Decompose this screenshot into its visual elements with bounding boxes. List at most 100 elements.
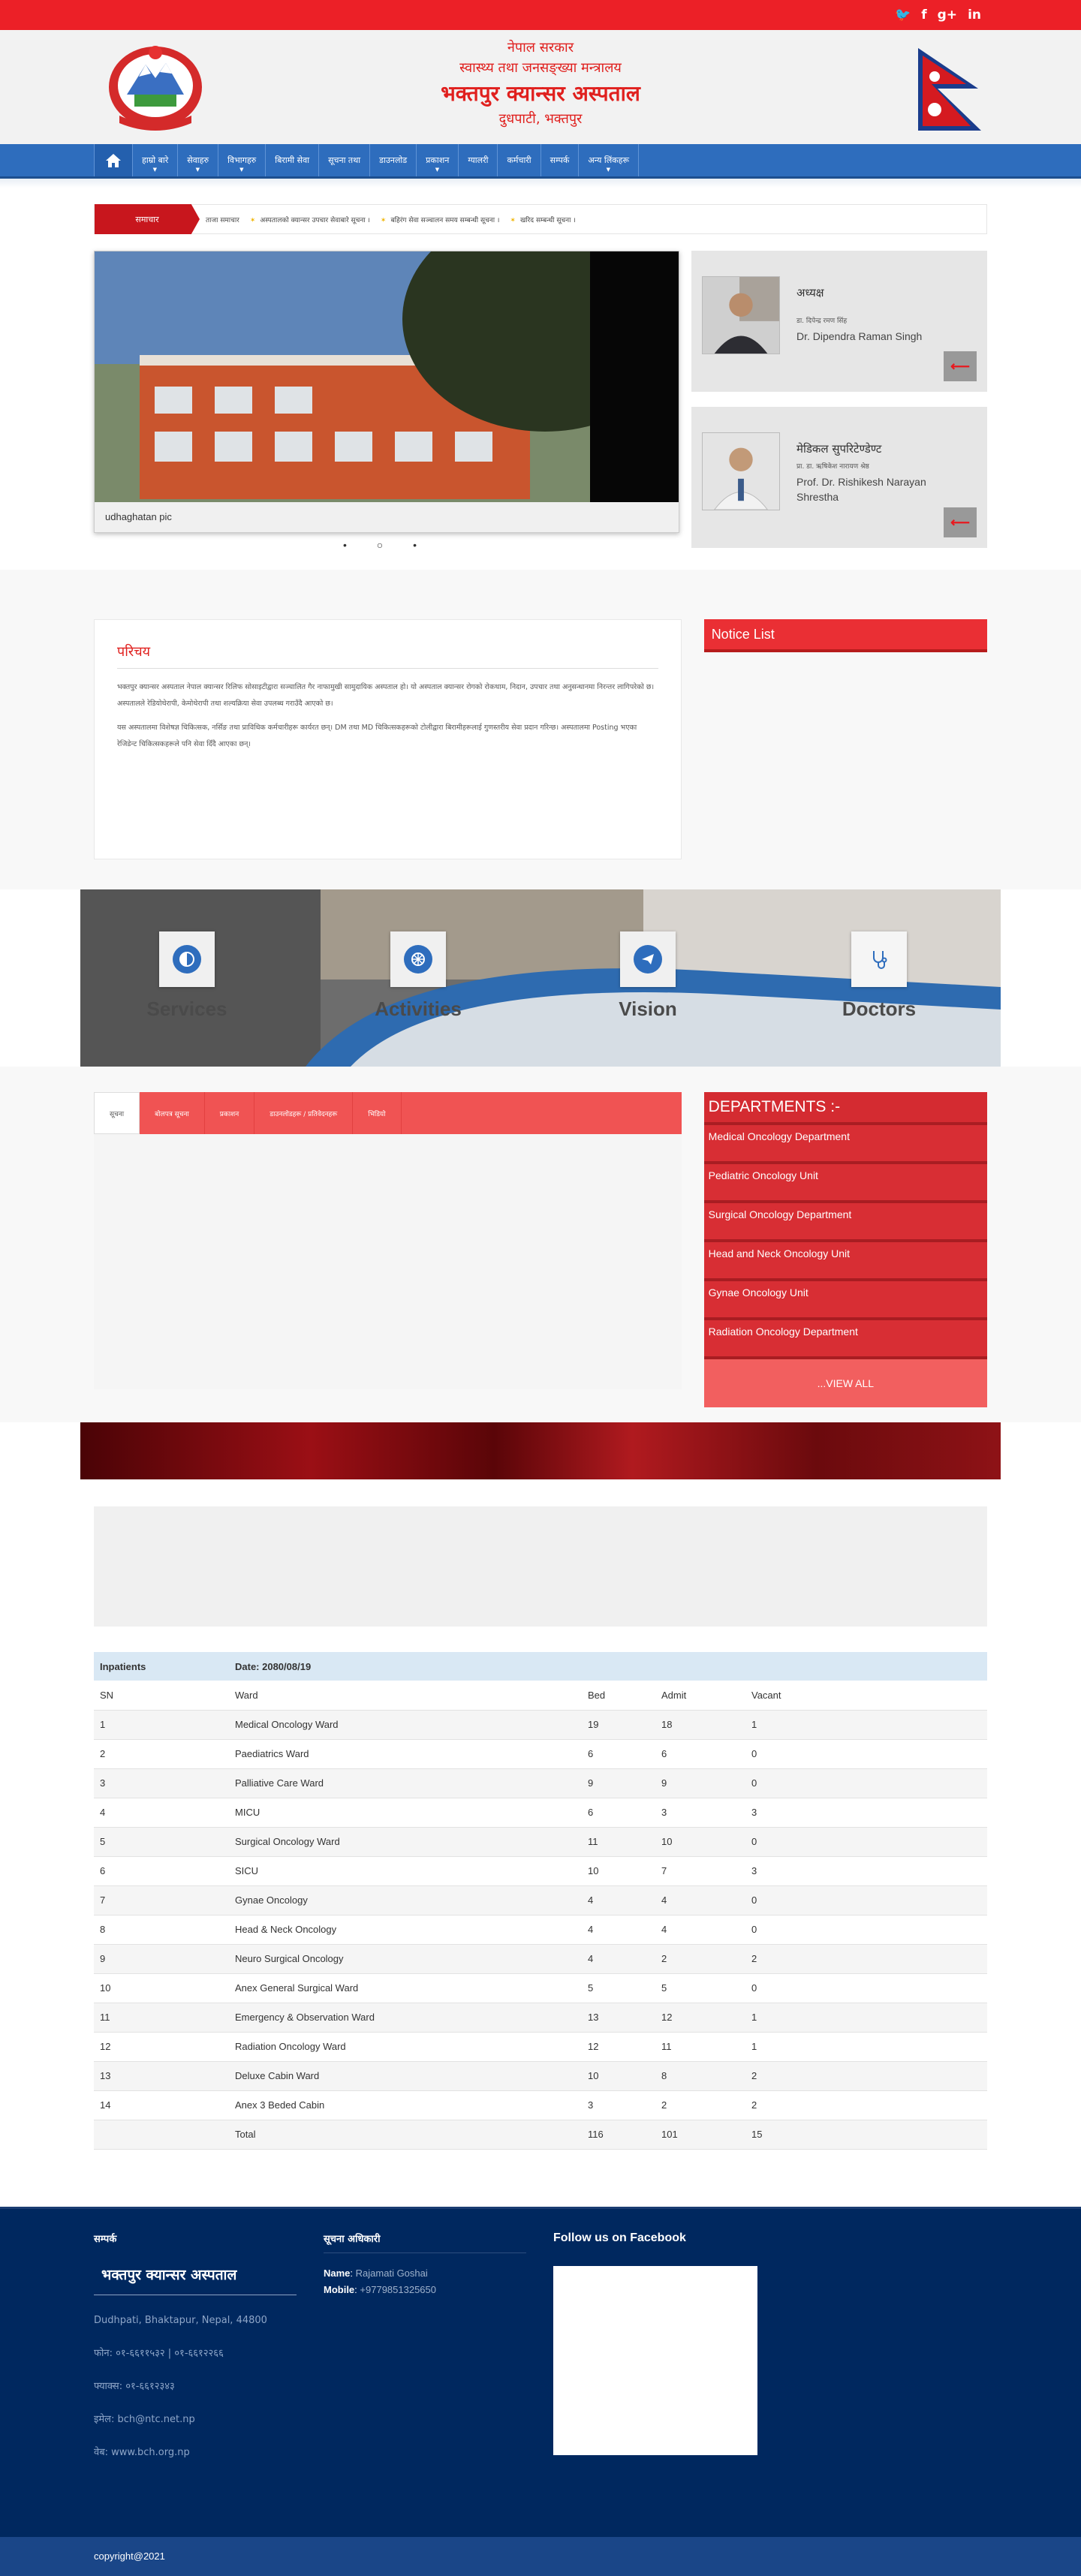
nav-item-download[interactable]: डाउनलोड	[370, 144, 417, 176]
footer-address: Dudhpati, Bhaktapur, Nepal, 44800	[94, 2314, 267, 2326]
hospital-building-image	[95, 251, 679, 504]
nav-item-publication[interactable]: प्रकाशन ▼	[417, 144, 459, 176]
table-cell: 12	[655, 2003, 745, 2033]
table-cell: 0	[745, 1973, 987, 2003]
footer-heading: सूचना अधिकारी	[324, 2231, 526, 2253]
nav-item-other-links[interactable]: अन्य लिंकहरू ▼	[579, 144, 639, 176]
profile-title: मेडिकल सुपरिटेण्डेण्ट	[796, 442, 882, 456]
chevron-down-icon: ▼	[606, 167, 611, 173]
image-slider[interactable]: udhaghatan pic • ○ •	[94, 251, 679, 570]
profile-title: अध्यक्ष	[796, 286, 824, 299]
footer-hospital-name: भक्तपुर क्यान्सर अस्पताल	[94, 2257, 297, 2295]
tabs-section: सूचना बोलपत्र सूचना प्रकाशन डाउनलोडहरू /…	[0, 1067, 1081, 1422]
header-line-government: नेपाल सरकार	[507, 40, 574, 56]
table-row: 12 Radiation Oncology Ward 12 11 1	[94, 2032, 987, 2062]
facebook-widget[interactable]	[553, 2265, 757, 2455]
ticker-item[interactable]: ताजा समाचार	[206, 215, 239, 224]
department-item[interactable]: Surgical Oncology Department	[703, 1203, 987, 1242]
nav-item-about[interactable]: हाम्रो बारे ▼	[133, 144, 179, 176]
department-item[interactable]: Medical Oncology Department	[703, 1125, 987, 1164]
nav-item-staff[interactable]: कर्मचारी	[498, 144, 541, 176]
footer-email[interactable]: इमेल: bch@ntc.net.np	[94, 2412, 324, 2425]
column-header: Ward	[229, 1681, 588, 1711]
nav-item-departments[interactable]: विभागहरु ▼	[218, 144, 266, 176]
officer-mobile: +9779851325650	[360, 2283, 436, 2295]
about-paragraph: भक्तपुर क्यान्सर अस्पताल नेपाल क्यान्सर …	[117, 683, 655, 708]
slide-caption: udhaghatan pic	[95, 502, 679, 532]
table-row: 6 SICU 10 7 3	[94, 1856, 987, 1886]
site-header: नेपाल सरकार स्वास्थ्य तथा जनसङ्ख्या मन्त…	[0, 30, 1081, 144]
nav-item-information[interactable]: सूचना तथा	[319, 144, 371, 176]
ticker-item[interactable]: ✶ खरिद सम्बन्धी सूचना ।	[510, 215, 575, 224]
tab-content	[94, 1134, 682, 1389]
tab-notice[interactable]: सूचना	[94, 1092, 140, 1134]
profile-arrow-button[interactable]: ⟵	[944, 507, 977, 537]
chevron-down-icon: ▼	[195, 167, 200, 173]
table-cell: 0	[745, 1827, 987, 1857]
notice-list-title: Notice List	[703, 619, 987, 652]
tab-video[interactable]: भिडियो	[353, 1092, 402, 1134]
table-cell: 12	[588, 2032, 655, 2062]
department-item[interactable]: Pediatric Oncology Unit	[703, 1164, 987, 1203]
arrow-left-icon: ⟵	[950, 515, 970, 530]
table-cell: 2	[655, 1944, 745, 1974]
table-cell: 3	[745, 1856, 987, 1886]
feature-services[interactable]: Services	[119, 931, 254, 1021]
table-row: 2 Paediatrics Ward 6 6 0	[94, 1739, 987, 1769]
profile-subtitle: प्रा. डा. ऋषिकेश नारायण श्रेष्ठ	[796, 463, 869, 471]
site-title[interactable]: भक्तपुर क्यान्सर अस्पताल	[94, 78, 987, 110]
department-item[interactable]: Radiation Oncology Department	[703, 1320, 987, 1359]
table-cell: 5	[588, 1973, 655, 2003]
ticker-item[interactable]: ✶ बहिरंग सेवा सञ्चालन समय सम्बन्धी सूचना …	[381, 215, 499, 224]
table-cell: 14	[94, 2090, 229, 2120]
chevron-down-icon: ▼	[152, 167, 158, 173]
footer-heading: Follow us on Facebook	[553, 2231, 686, 2244]
slider-dots[interactable]: • ○ •	[94, 539, 679, 551]
table-cell: 11	[655, 2032, 745, 2062]
table-row: 13 Deluxe Cabin Ward 10 8 2	[94, 2061, 987, 2091]
view-all-departments-button[interactable]: ...VIEW ALL	[703, 1359, 987, 1407]
feature-doctors[interactable]: Doctors	[812, 931, 947, 1021]
feature-banner: Services Activities Vision Doctors	[80, 889, 1001, 1067]
about-box: परिचय भक्तपुर क्यान्सर अस्पताल नेपाल क्य…	[94, 619, 682, 859]
table-cell: 7	[94, 1885, 229, 1915]
nav-item-contact[interactable]: सम्पर्क	[541, 144, 580, 176]
footer-website[interactable]: वेब: www.bch.org.np	[94, 2445, 324, 2458]
ticker-item[interactable]: ✶ अस्पतालको क्यान्सर उपचार सेवाबारे सूचना…	[250, 215, 370, 224]
table-cell: 2	[655, 2090, 745, 2120]
about-section: परिचय भक्तपुर क्यान्सर अस्पताल नेपाल क्य…	[0, 570, 1081, 889]
ticker-label: समाचार	[95, 204, 200, 234]
feature-vision[interactable]: Vision	[580, 931, 715, 1021]
google-plus-icon[interactable]: g+	[938, 7, 957, 23]
nav-item-gallery[interactable]: ग्यालरी	[459, 144, 498, 176]
table-cell: 4	[94, 1798, 229, 1828]
officer-name: Rajamati Goshai	[355, 2267, 428, 2279]
nav-item-patient-service[interactable]: बिरामी सेवा	[266, 144, 320, 176]
table-cell: 12	[94, 2032, 229, 2062]
department-item[interactable]: Gynae Oncology Unit	[703, 1281, 987, 1320]
feature-activities[interactable]: Activities	[351, 931, 486, 1021]
chairman-photo	[702, 276, 780, 354]
star-icon: ✶	[510, 216, 516, 224]
doctors-icon	[865, 945, 893, 974]
tab-downloads[interactable]: डाउनलोडहरू / प्रतिवेदनहरू	[254, 1092, 354, 1134]
profile-name: Dr. Dipendra Raman Singh	[796, 330, 923, 342]
nav-home[interactable]	[94, 144, 133, 176]
table-cell: Deluxe Cabin Ward	[229, 2061, 588, 2091]
tab-tender[interactable]: बोलपत्र सूचना	[140, 1092, 205, 1134]
table-cell: 3	[588, 2090, 655, 2120]
department-item[interactable]: Head and Neck Oncology Unit	[703, 1242, 987, 1281]
table-cell: 3	[655, 1798, 745, 1828]
linkedin-icon[interactable]: in	[968, 7, 981, 23]
facebook-icon[interactable]: f	[921, 7, 926, 23]
profile-arrow-button[interactable]: ⟵	[944, 351, 977, 381]
table-cell: 1	[745, 2032, 987, 2062]
table-cell: 7	[655, 1856, 745, 1886]
info-tabs: सूचना बोलपत्र सूचना प्रकाशन डाउनलोडहरू /…	[94, 1092, 682, 1407]
arrow-left-icon: ⟵	[950, 359, 970, 374]
twitter-icon[interactable]: 🐦	[895, 7, 911, 23]
table-cell: 8	[655, 2061, 745, 2091]
nav-item-services[interactable]: सेवाहरु ▼	[178, 144, 219, 176]
tab-publication[interactable]: प्रकाशन	[205, 1092, 255, 1134]
profile-card-chairman: अध्यक्ष डा. दिपेन्द्र रमण सिंह Dr. Dipen…	[691, 251, 987, 392]
